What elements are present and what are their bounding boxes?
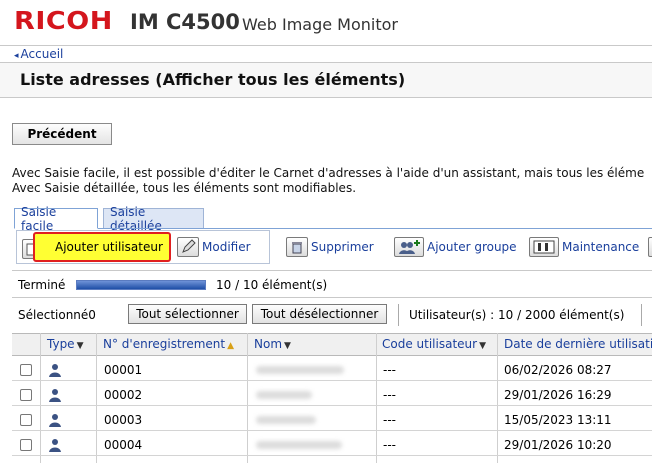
add-group-icon [394, 237, 424, 257]
chevron-left-icon: ◂ [14, 51, 19, 61]
breadcrumb-home-label: Accueil [20, 47, 64, 61]
last-used-date: 15/05/2023 13:11 [504, 413, 612, 427]
breadcrumb-home-link[interactable]: ◂ Accueil [14, 47, 63, 61]
divider [12, 297, 652, 298]
user-icon [49, 439, 61, 452]
back-button[interactable]: Précédent [12, 123, 112, 145]
breadcrumb: ◂ Accueil [0, 45, 652, 62]
column-header-name-label: Nom [254, 337, 283, 351]
sort-down-icon: ▼ [284, 341, 291, 351]
user-icon [49, 364, 61, 377]
registration-number: 00004 [104, 438, 143, 452]
progress-text: 10 / 10 élément(s) [216, 278, 328, 292]
column-header-type-label: Type [47, 337, 75, 351]
redacted-name [256, 441, 342, 449]
info-line-1: Avec Saisie facile, il est possible d'éd… [12, 166, 645, 180]
select-all-button[interactable]: Tout sélectionner [128, 304, 247, 324]
sort-down-icon: ▼ [76, 341, 84, 351]
row-checkbox[interactable] [20, 389, 32, 401]
info-line-2: Avec Saisie détaillée, tous les éléments… [12, 181, 357, 195]
trash-icon [286, 237, 308, 257]
column-header-name[interactable]: Nom ▼ [254, 337, 291, 351]
column-header-user-code-label: Code utilisateur [382, 337, 478, 351]
redacted-name [256, 391, 312, 399]
user-count: Utilisateur(s) : 10 / 2000 élément(s) [409, 308, 625, 322]
selected-count: Sélectionné0 [18, 308, 96, 322]
delete-label: Supprimer [311, 240, 374, 254]
redacted-name [256, 366, 344, 374]
modify-button[interactable]: Modifier [177, 235, 251, 259]
divider [12, 270, 652, 271]
column-header-last-used-label: Date de dernière utilisati [504, 337, 652, 351]
registration-number: 00001 [104, 363, 143, 377]
row-checkbox[interactable] [20, 364, 32, 376]
progress-bar [76, 280, 206, 290]
column-header-registration[interactable]: N° d'enregistrement ▲ [103, 337, 234, 351]
progress-fill [77, 281, 205, 289]
row-checkbox[interactable] [20, 439, 32, 451]
add-group-button[interactable]: Ajouter groupe [394, 235, 517, 259]
registration-number: 00002 [104, 388, 143, 402]
add-user-button[interactable]: Ajouter utilisateur [33, 232, 171, 262]
add-user-label: Ajouter utilisateur [55, 240, 163, 254]
user-icon [49, 389, 61, 402]
tab-easy-entry[interactable]: Saisie facile [14, 205, 98, 233]
maintenance-button[interactable]: Maintenance [529, 235, 639, 259]
more-tool-button[interactable] [648, 235, 652, 259]
last-used-date: 06/02/2026 08:27 [504, 363, 612, 377]
user-code: --- [383, 413, 396, 427]
row-checkbox[interactable] [20, 414, 32, 426]
sort-down-icon: ▼ [479, 341, 487, 351]
add-group-label: Ajouter groupe [427, 240, 517, 254]
user-code: --- [383, 388, 396, 402]
column-header-user-code[interactable]: Code utilisateur ▼ [382, 337, 486, 351]
divider [398, 304, 399, 326]
last-used-date: 29/01/2026 16:29 [504, 388, 612, 402]
column-header-type[interactable]: Type ▼ [47, 337, 83, 351]
sort-up-icon: ▲ [227, 341, 235, 351]
maintenance-icon [529, 237, 559, 257]
product-name: Web Image Monitor [242, 15, 398, 34]
user-code: --- [383, 438, 396, 452]
more-tool-icon [648, 237, 652, 257]
ricoh-logo: RICOH [14, 6, 113, 35]
last-used-date: 29/01/2026 10:20 [504, 438, 612, 452]
progress-label: Terminé [18, 278, 66, 292]
column-header-last-used[interactable]: Date de dernière utilisati [504, 337, 652, 351]
delete-button[interactable]: Supprimer [286, 235, 374, 259]
maintenance-label: Maintenance [562, 240, 640, 254]
pencil-icon [177, 237, 199, 257]
deselect-all-button[interactable]: Tout désélectionner [252, 304, 387, 324]
page-title: Liste adresses (Afficher tous les élémen… [20, 70, 406, 89]
header: RICOH IM C4500 Web Image Monitor [0, 0, 652, 46]
registration-number: 00003 [104, 413, 143, 427]
model-name: IM C4500 [130, 10, 240, 34]
tab-detailed-entry[interactable]: Saisie détaillée [103, 205, 204, 233]
modify-label: Modifier [202, 240, 251, 254]
column-header-registration-label: N° d'enregistrement [103, 337, 226, 351]
user-code: --- [383, 363, 396, 377]
user-icon [49, 414, 61, 427]
divider [641, 304, 642, 326]
title-bar: Liste adresses (Afficher tous les élémen… [0, 62, 652, 98]
redacted-name [256, 416, 316, 424]
tab-divider [14, 228, 652, 229]
